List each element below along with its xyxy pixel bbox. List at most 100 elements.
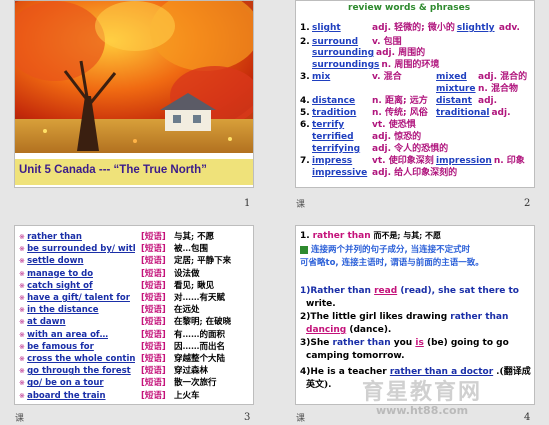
vocab-row: 3. mix v. 混合 mixed adj. 混合的	[300, 72, 529, 83]
vocab-meaning: v. 混合	[372, 72, 402, 82]
vocab-meaning: adj. 给人印象深刻的	[372, 168, 458, 178]
phrase-meaning: 对……有天赋	[174, 293, 226, 303]
page-number-1: 1	[244, 198, 251, 209]
vocab-derived-word: slightly	[456, 23, 495, 33]
phrase-tag: [短语]	[141, 280, 166, 291]
example-2: 2)The little girl likes drawing rather t…	[300, 312, 509, 322]
heading-phrase: rather than	[312, 231, 371, 241]
vocab-derived-meaning: n. 印象	[493, 156, 525, 166]
phrase-text: cross the whole continent	[27, 354, 136, 364]
phrase-meaning: 设法做	[174, 268, 200, 279]
vocab-meaning: adj. 惊恐的	[372, 132, 422, 142]
slide-3-corner-mark: 课	[15, 414, 25, 424]
phrase-tag: [短语]	[141, 366, 166, 377]
phrase-tag: [短语]	[141, 268, 166, 279]
vocab-row: impressive adj. 给人印象深刻的	[300, 168, 503, 179]
vocab-number: 1.	[300, 23, 310, 33]
vocab-word: terrify	[312, 120, 345, 130]
vocab-number: 2.	[300, 37, 310, 47]
vocab-row: surroundings n. 周围的环境	[300, 60, 489, 71]
vocab-derived-word: mixed	[436, 72, 467, 82]
phrase-meaning: 在黎明; 在破晓	[174, 317, 232, 328]
example-2-cont: dancing (dance).	[306, 325, 392, 335]
phrase-meaning: 上火车	[174, 390, 200, 401]
phrase-tag: [短语]	[141, 293, 166, 303]
slide-4-corner-mark: 课	[296, 414, 306, 424]
phrase-tag: [短语]	[141, 305, 166, 316]
bullet-icon: ※	[19, 367, 28, 376]
phrase-text: have a gift/ talent for	[27, 293, 130, 303]
bullet-icon: ※	[19, 330, 28, 339]
answer-4: rather than a doctor	[389, 367, 494, 377]
phrase-item: ※ at dawn [短语] 在黎明; 在破晓	[19, 317, 253, 328]
phrase-item: ※ cross the whole continent [短语] 穿越整个大陆	[19, 354, 253, 365]
slide-2-heading: review words & phrases	[348, 3, 471, 13]
phrase-item: ※ manage to do [短语] 设法做	[19, 269, 253, 280]
autumn-tree-photo	[15, 1, 253, 153]
phrase-text: with an area of…	[27, 329, 109, 340]
vocab-derived-word: mixture	[436, 84, 476, 94]
phrase-meaning: 因……而出名	[174, 341, 226, 352]
slide-1[interactable]: Unit 5 Canada --- “The True North”	[14, 0, 254, 188]
bullet-icon: ※	[19, 306, 28, 315]
phrase-meaning: 定居; 平静下来	[174, 256, 232, 267]
vocab-number: 6.	[300, 120, 310, 130]
phrase-item: ※ in the distance [短语] 在远处	[19, 305, 253, 316]
slide-2-corner-mark: 课	[296, 200, 306, 210]
bullet-icon: ※	[19, 257, 28, 266]
slide-1-title: Unit 5 Canada --- “The True North”	[19, 164, 207, 176]
answer-1: read	[374, 286, 398, 296]
vocab-word: mix	[312, 72, 331, 82]
slide-3[interactable]: ※ rather than [短语] 与其; 不愿 ※ be surrounded b…	[14, 225, 254, 405]
vocab-row: 4. distance n. 距离; 远方 distant adj.	[300, 96, 499, 107]
usage-note-2: 可省略to, 连接主语时, 谓语与前面的主语一致。	[300, 258, 484, 268]
example-4-cont: 英文).	[306, 380, 332, 390]
vocab-number: 3.	[300, 72, 310, 82]
vocab-row: 2. surround v. 包围	[300, 37, 480, 48]
phrase-tag: [短语]	[141, 354, 166, 364]
phrase-tag: [短语]	[141, 244, 166, 255]
example-3: 3)She rather than you is (be) going to g…	[300, 338, 509, 348]
vocab-meaning: adj. 轻微的; 微小的	[372, 23, 455, 33]
phrase-item: ※ go through the forest [短语] 穿过森林	[19, 366, 253, 377]
phrase-tag: [短语]	[141, 317, 166, 328]
phrase-text: settle down	[27, 256, 84, 267]
phrase-text: manage to do	[27, 268, 94, 279]
phrase-item: ※ rather than [短语] 与其; 不愿	[19, 232, 253, 243]
phrase-text: be surrounded by/ with	[27, 244, 136, 255]
answer-2: dancing	[306, 325, 347, 335]
vocab-meaning: n. 传统; 风俗	[372, 108, 428, 118]
phrase-meaning: 被…包围	[174, 244, 209, 255]
bullet-icon: ※	[19, 342, 28, 351]
bullet-icon: ※	[19, 294, 28, 302]
phrase-item: ※ with an area of… [短语] 有……的面积	[19, 330, 253, 341]
vocab-derived-word: traditional	[436, 108, 490, 118]
vocab-row: 1. slight adj. 轻微的; 微小的 slightly adv.	[300, 23, 522, 34]
phrase-text: in the distance	[27, 305, 99, 316]
bullet-icon: ※	[19, 391, 28, 400]
vocab-word: surround	[312, 37, 359, 47]
phrase-item: ※ aboard the train [短语] 上火车	[19, 391, 253, 402]
phrase-tag: [短语]	[141, 341, 166, 352]
heading-number: 1.	[300, 231, 310, 241]
phrase-meaning: 与其; 不愿	[174, 232, 215, 242]
phrase-text: go/ be on a tour	[27, 378, 104, 389]
example-4: 4)He is a teacher rather than a doctor .…	[300, 367, 531, 377]
vocab-word: tradition	[312, 108, 357, 118]
vocab-word: distance	[312, 96, 356, 106]
vocab-word: slight	[312, 23, 341, 33]
vocab-row: mixture n. 混合物	[300, 84, 520, 95]
vocab-row: 7. impress vt. 使印象深刻 impression n. 印象	[300, 156, 527, 167]
phrase-text: be famous for	[27, 341, 94, 352]
usage-note: 连接两个并列的句子成分, 当连接不定式时	[300, 243, 470, 255]
vocab-derived-word: impression	[436, 156, 492, 166]
vocab-meaning: n. 距离; 远方	[372, 96, 428, 106]
slide-4[interactable]: 1. rather than 而不是; 与其; 不愿 连接两个并列的句子成分, …	[295, 225, 535, 405]
vocab-meaning: vt. 使印象深刻	[372, 156, 434, 166]
phrase-item: ※ catch sight of [短语] 看见; 瞅见	[19, 281, 253, 292]
phrase-tag: [短语]	[141, 378, 166, 389]
phrase-text: catch sight of	[27, 280, 93, 291]
bullet-icon: ※	[19, 379, 28, 388]
slide-2[interactable]: review words & phrases 1. slight adj. 轻微的;…	[295, 0, 535, 188]
watermark-url: www.ht88.com	[376, 404, 469, 417]
